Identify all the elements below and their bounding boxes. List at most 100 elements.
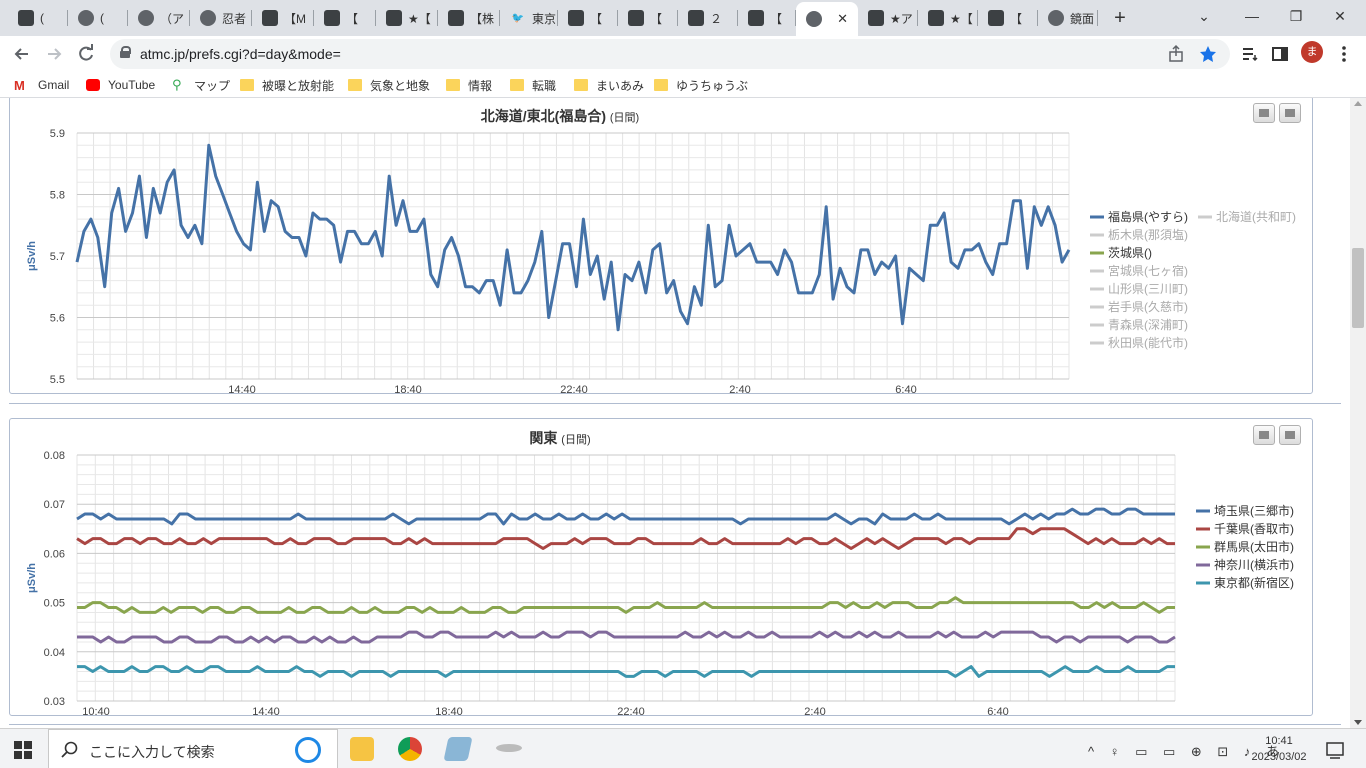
x-tick-label: 22:40 [617,706,645,717]
legend-item[interactable]: 山形県(三川町) [1090,282,1188,296]
page-content: 北海道/東北(福島合) (日間) 5.9 5.8 5.7 5.6 5.5 μSv/h 14:… [0,98,1350,728]
legend-item[interactable]: 秋田県(能代市) [1090,335,1188,350]
legend-label: 岩手県(久慈市) [1108,299,1188,314]
legend-item[interactable]: 千葉県(香取市) [1196,521,1294,536]
folder-icon [654,79,668,91]
menu-button[interactable] [1330,40,1358,68]
forward-button[interactable] [40,40,68,68]
browser-tab[interactable]: ( [8,4,68,32]
scroll-up-icon[interactable] [1354,101,1362,106]
file-explorer-icon[interactable] [350,737,374,761]
minimize-button[interactable]: — [1236,4,1268,28]
new-tab-button[interactable]: + [1108,6,1132,30]
legend-item[interactable]: 東京都(新宿区) [1196,575,1294,590]
bookmark-label: 被曝と放射能 [262,78,335,93]
folder-icon [574,79,588,91]
side-panel-button[interactable] [1266,40,1294,68]
windows-start-icon[interactable] [14,741,32,759]
browser-tab[interactable]: ★ア [858,4,918,32]
close-tab-icon[interactable]: ✕ [837,11,848,27]
browser-tab[interactable]: 【 [314,4,376,32]
browser-tab[interactable]: ★【 [918,4,978,32]
legend-item[interactable]: 栃木県(那須塩) [1090,227,1188,242]
legend-label: 宮城県(七ヶ宿) [1108,263,1188,278]
browser-tab[interactable]: 忍者 [190,4,252,32]
url-text[interactable]: atmc.jp/prefs.cgi?d=day&mode= [140,46,341,62]
tab-strip: ((（ア 忍者 【M 【 ★【 【株 🐦 東京 【 【 ２ 【 ✕ ★ア ★【 【 鏡面 + ⌄ — ❐ ✕ [0,0,1366,36]
site-favicon-icon [568,10,584,26]
y-tick-label: 5.9 [50,128,65,140]
notes-app-icon[interactable] [443,737,473,761]
back-button[interactable] [8,40,36,68]
legend-item[interactable]: 群馬県(太田市) [1196,539,1294,554]
browser-tab[interactable]: （ア [128,4,190,32]
bookmark-item[interactable]: YouTube [86,76,155,94]
site-favicon-icon [448,10,464,26]
profile-avatar[interactable]: ま [1301,41,1323,63]
address-bar[interactable]: atmc.jp/prefs.cgi?d=day&mode= [110,39,1230,69]
share-icon[interactable] [1166,44,1186,69]
browser-tab[interactable]: ★【 [376,4,438,32]
globe-icon [200,10,216,26]
clock-time: 10:41 [1265,735,1293,747]
browser-tab[interactable]: 🐦 東京 [500,4,558,32]
taskbar-search-box[interactable]: ここに入力して検索 [48,729,338,768]
bookmark-label: Gmail [38,78,70,92]
browser-tab[interactable]: 【 [558,4,618,32]
search-placeholder: ここに入力して検索 [89,744,215,760]
bookmark-item[interactable]: 転職 [510,76,556,94]
legend-item[interactable]: 青森県(深浦町) [1090,317,1188,332]
panel-divider [9,724,1341,725]
browser-tab[interactable]: ２ [678,4,738,32]
site-favicon-icon [18,10,34,26]
scroll-down-icon[interactable] [1354,720,1362,725]
chrome-taskbar-icon[interactable] [398,737,422,761]
close-window-button[interactable]: ✕ [1324,4,1356,28]
browser-tab[interactable]: 【M [252,4,314,32]
legend-label: 東京都(新宿区) [1214,575,1294,590]
browser-tab[interactable]: 【 [978,4,1038,32]
legend-item[interactable]: 岩手県(久慈市) [1090,299,1188,314]
bookmark-item[interactable]: M Gmail [14,76,69,94]
chart-panel-tohoku: 北海道/東北(福島合) (日間) 5.9 5.8 5.7 5.6 5.5 μSv/h 14:… [9,98,1313,395]
site-favicon-icon [324,10,340,26]
tab-search-button[interactable]: ⌄ [1188,4,1220,28]
bookmark-item[interactable]: ゆうちゅうぶ [654,76,748,94]
legend-item[interactable]: 北海道(共和町) [1198,209,1296,224]
legend-item[interactable]: 神奈川(横浜市) [1196,557,1294,572]
legend-item[interactable]: 宮城県(七ヶ宿) [1090,263,1188,278]
bing-icon[interactable] [295,737,321,763]
folder-icon [348,79,362,91]
scroll-thumb[interactable] [1352,248,1364,328]
airplane-app-icon[interactable] [496,744,522,752]
windows-taskbar: ここに入力して検索 ^ ♀ ▭ ▭ ⊕ ⊡ ♪ あ 10:41 2023/03/… [0,728,1366,768]
reading-list-button[interactable] [1236,40,1264,68]
reload-button[interactable] [72,40,100,68]
tab-label: ( [100,11,104,25]
browser-tab[interactable]: 【 [738,4,796,32]
legend-item[interactable]: 福島県(やすら) [1090,209,1188,224]
browser-tab[interactable]: 鏡面 [1038,4,1098,32]
browser-tab[interactable]: 【 [618,4,678,32]
bookmark-item[interactable]: 気象と地象 [348,76,430,94]
maximize-button[interactable]: ❐ [1280,4,1312,28]
bookmark-item[interactable]: まいあみ [574,76,644,94]
page-scrollbar[interactable] [1350,98,1366,728]
legend-item[interactable]: 茨城県() [1090,246,1152,260]
site-favicon-icon [628,10,644,26]
legend-item[interactable]: 埼玉県(三郷市) [1196,503,1294,518]
browser-tab[interactable]: ✕ [796,2,858,36]
browser-tab[interactable]: 【株 [438,4,500,32]
notification-icon[interactable] [1326,741,1344,762]
bookmark-star-icon[interactable] [1198,44,1218,69]
bookmark-label: 気象と地象 [370,78,431,93]
x-tick-label: 18:40 [394,384,422,395]
bookmark-item[interactable]: 情報 [446,76,492,94]
lock-icon[interactable] [120,46,131,58]
taskbar-clock[interactable]: 10:41 2023/03/02 [1244,733,1314,765]
bookmark-item[interactable]: ⚲ マップ [172,76,230,94]
bookmark-item[interactable]: 被曝と放射能 [240,76,334,94]
reading-list-icon [1243,48,1258,62]
x-tick-label: 2:40 [804,706,825,717]
browser-tab[interactable]: ( [68,4,128,32]
